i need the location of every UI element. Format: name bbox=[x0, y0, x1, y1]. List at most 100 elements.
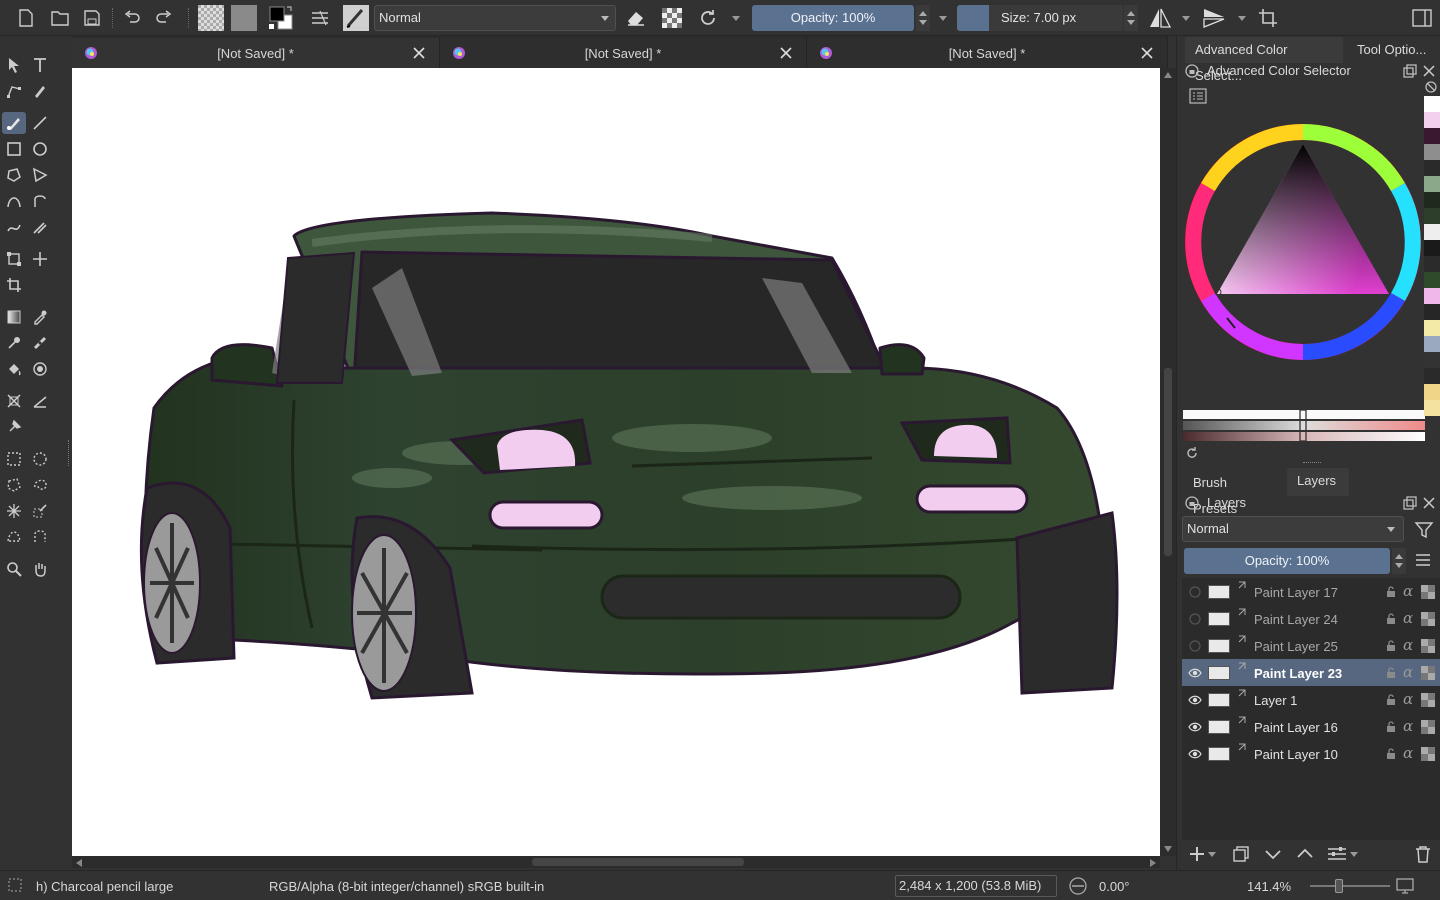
close-icon[interactable] bbox=[1423, 65, 1435, 77]
elliptical-selection-icon[interactable] bbox=[28, 448, 52, 470]
alpha-lock-icon[interactable]: α bbox=[1403, 690, 1413, 708]
rotation-icon[interactable] bbox=[1067, 877, 1089, 895]
alpha-lock-icon[interactable]: α bbox=[1403, 663, 1413, 681]
freehand-path-tool-icon[interactable] bbox=[28, 190, 52, 212]
eraser-mode-icon[interactable] bbox=[624, 5, 648, 31]
transform-tool-icon[interactable] bbox=[2, 248, 26, 270]
lock-icon[interactable] bbox=[1384, 612, 1398, 626]
chevron-down-icon[interactable] bbox=[730, 5, 742, 31]
lock-icon[interactable] bbox=[1384, 666, 1398, 680]
open-document-icon[interactable] bbox=[48, 5, 72, 31]
chevron-down-icon[interactable] bbox=[937, 5, 949, 31]
add-layer-icon[interactable] bbox=[1186, 842, 1208, 866]
reload-preset-icon[interactable] bbox=[696, 5, 720, 31]
brush-size-slider[interactable]: Size: 7.00 px bbox=[957, 5, 1123, 31]
close-icon[interactable] bbox=[780, 47, 792, 59]
inherit-alpha-icon[interactable] bbox=[1421, 747, 1435, 761]
inherit-alpha-icon[interactable] bbox=[1421, 585, 1435, 599]
chevron-down-icon[interactable] bbox=[1236, 5, 1248, 31]
palette-swatch[interactable] bbox=[1424, 400, 1440, 416]
layer-row[interactable]: Paint Layer 23 α bbox=[1182, 659, 1440, 686]
alpha-lock-icon[interactable]: α bbox=[1403, 744, 1413, 762]
select-shapes-tool-icon[interactable] bbox=[2, 54, 26, 76]
layer-row[interactable]: Paint Layer 16 α bbox=[1182, 713, 1440, 740]
move-layer-down-icon[interactable] bbox=[1262, 842, 1284, 866]
save-icon[interactable] bbox=[80, 5, 104, 31]
close-icon[interactable] bbox=[413, 47, 425, 59]
palette-swatch[interactable] bbox=[1424, 144, 1440, 160]
layer-opacity-stepper[interactable] bbox=[1392, 548, 1406, 574]
inherit-alpha-icon[interactable] bbox=[1421, 693, 1435, 707]
layer-properties-icon[interactable] bbox=[1326, 842, 1348, 866]
enclose-fill-tool-icon[interactable] bbox=[28, 358, 52, 380]
polyline-tool-icon[interactable] bbox=[28, 164, 52, 186]
document-tab[interactable]: [Not Saved] * bbox=[72, 38, 440, 68]
chevron-down-icon[interactable] bbox=[1180, 5, 1192, 31]
measure-tool-icon[interactable] bbox=[28, 390, 52, 412]
opacity-stepper[interactable] bbox=[916, 5, 930, 31]
eye-icon[interactable] bbox=[1188, 693, 1202, 707]
palette-swatch[interactable] bbox=[1424, 336, 1440, 352]
color-picker-tool-icon[interactable] bbox=[28, 306, 52, 328]
move-layer-up-icon[interactable] bbox=[1294, 842, 1316, 866]
inherit-alpha-icon[interactable] bbox=[1421, 612, 1435, 626]
dynamic-brush-tool-icon[interactable] bbox=[2, 216, 26, 238]
palette-swatch[interactable] bbox=[1424, 240, 1440, 256]
palette-swatch[interactable] bbox=[1424, 320, 1440, 336]
calligraphy-tool-icon[interactable] bbox=[28, 80, 52, 102]
palette-swatch[interactable] bbox=[1424, 272, 1440, 288]
layer-row[interactable]: Paint Layer 24 α bbox=[1182, 605, 1440, 632]
vertical-scrollbar[interactable] bbox=[1160, 68, 1176, 856]
eye-icon[interactable] bbox=[1188, 720, 1202, 734]
alpha-lock-icon[interactable]: α bbox=[1403, 582, 1413, 600]
palette-swatch[interactable] bbox=[1424, 192, 1440, 208]
crop-tool-icon[interactable] bbox=[2, 274, 26, 296]
palette-swatch[interactable] bbox=[1424, 128, 1440, 144]
palette-swatch[interactable] bbox=[1424, 208, 1440, 224]
scrollbar-thumb[interactable] bbox=[532, 858, 744, 866]
undo-icon[interactable] bbox=[120, 5, 144, 31]
color-history-palette[interactable] bbox=[1424, 96, 1440, 416]
rectangular-selection-icon[interactable] bbox=[2, 448, 26, 470]
lock-icon[interactable] bbox=[1384, 720, 1398, 734]
multibrush-tool-icon[interactable] bbox=[28, 216, 52, 238]
canvas[interactable] bbox=[72, 68, 1160, 856]
mirror-horizontal-icon[interactable] bbox=[1146, 5, 1174, 31]
layer-row[interactable]: Layer 1 α bbox=[1182, 686, 1440, 713]
rectangle-tool-icon[interactable] bbox=[2, 138, 26, 160]
document-tab[interactable]: [Not Saved] * bbox=[807, 38, 1168, 68]
palette-swatch[interactable] bbox=[1424, 288, 1440, 304]
smart-patch-tool-icon[interactable] bbox=[28, 332, 52, 354]
palette-swatch[interactable] bbox=[1424, 176, 1440, 192]
fg-bg-color-icon[interactable] bbox=[266, 5, 296, 31]
size-stepper[interactable] bbox=[1124, 5, 1138, 31]
text-tool-icon[interactable] bbox=[28, 54, 52, 76]
zoom-slider[interactable] bbox=[1310, 879, 1390, 893]
alpha-lock-icon[interactable]: α bbox=[1403, 717, 1413, 735]
inherit-alpha-icon[interactable] bbox=[1421, 666, 1435, 680]
layer-opacity-slider[interactable]: Opacity: 100% bbox=[1184, 548, 1390, 574]
magnetic-selection-icon[interactable] bbox=[28, 526, 52, 548]
reference-images-tool-icon[interactable] bbox=[2, 416, 26, 438]
contiguous-selection-icon[interactable] bbox=[2, 500, 26, 522]
alpha-lock-icon[interactable]: α bbox=[1403, 609, 1413, 627]
inherit-alpha-icon[interactable] bbox=[1421, 720, 1435, 734]
palette-swatch[interactable] bbox=[1424, 256, 1440, 272]
float-docker-icon[interactable] bbox=[1403, 64, 1417, 78]
preserve-alpha-icon[interactable] bbox=[660, 5, 684, 31]
eye-closed-icon[interactable] bbox=[1188, 585, 1202, 599]
zoom-slider-handle[interactable] bbox=[1335, 879, 1343, 893]
new-document-icon[interactable] bbox=[14, 5, 38, 31]
palette-swatch[interactable] bbox=[1424, 160, 1440, 176]
eye-closed-icon[interactable] bbox=[1188, 639, 1202, 653]
pattern-selector-icon[interactable] bbox=[230, 5, 258, 31]
palette-swatch[interactable] bbox=[1424, 352, 1440, 368]
selection-mode-icon[interactable] bbox=[8, 878, 22, 892]
hamburger-menu-icon[interactable] bbox=[1414, 552, 1432, 568]
clear-palette-icon[interactable] bbox=[1424, 80, 1440, 94]
filter-icon[interactable] bbox=[1414, 520, 1434, 540]
color-sliders[interactable] bbox=[1183, 409, 1425, 442]
chevron-down-icon[interactable] bbox=[1348, 842, 1360, 866]
palette-swatch[interactable] bbox=[1424, 224, 1440, 240]
scrollbar-thumb[interactable] bbox=[1164, 368, 1172, 556]
